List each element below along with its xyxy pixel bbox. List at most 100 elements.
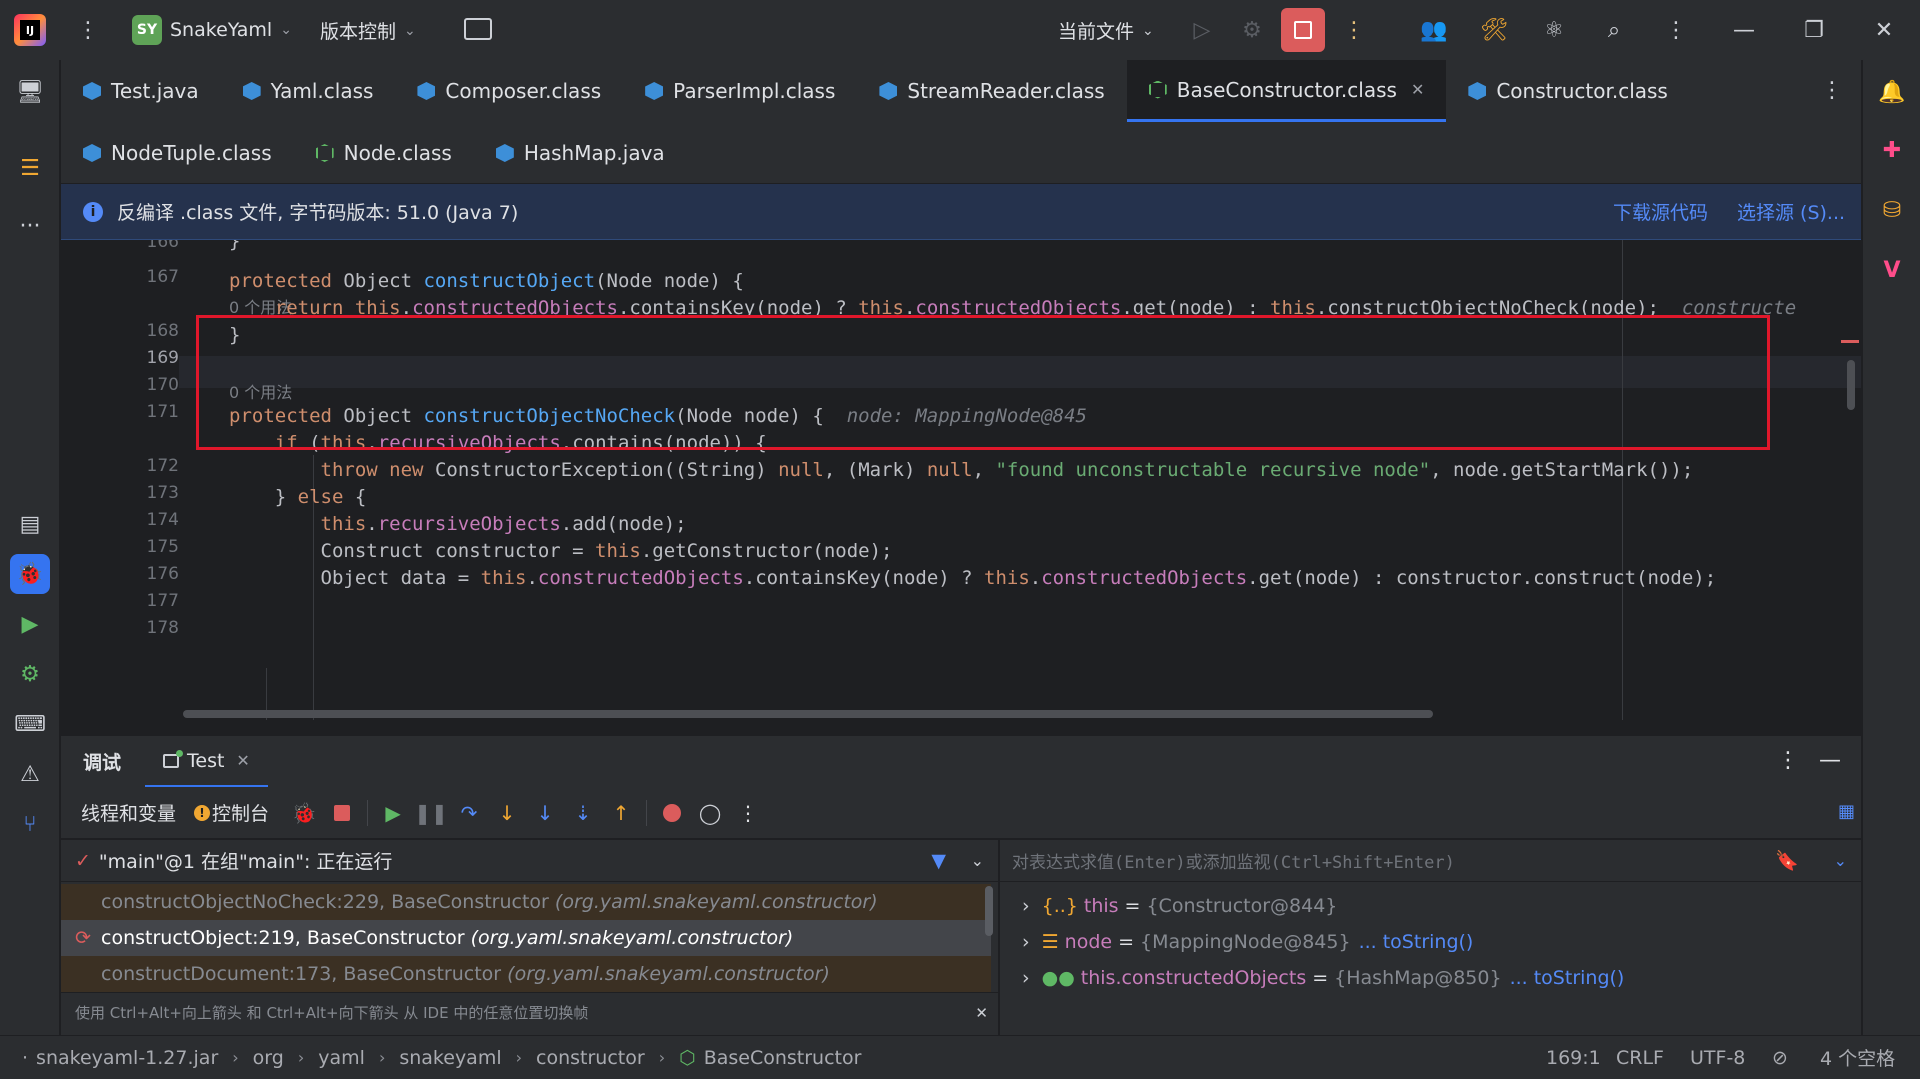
close-session-icon[interactable]: ✕ (236, 751, 249, 770)
evaluate-expression-field[interactable]: 对表达式求值(Enter)或添加监视(Ctrl+Shift+Enter) 🔖 ⌄ (1000, 840, 1861, 882)
tostring-link[interactable]: ... toString() (1510, 967, 1625, 989)
more-actions-icon[interactable]: ⋮ (1334, 10, 1374, 50)
stop-button[interactable] (1281, 8, 1325, 52)
project-switcher[interactable]: SY SnakeYaml ⌄ (132, 15, 292, 45)
stack-frame[interactable]: constructDocument:173, BaseConstructor (… (61, 956, 991, 992)
breadcrumb-item[interactable]: snakeyaml-1.27.jar (36, 1047, 218, 1069)
run-tool-icon[interactable]: ▶ (10, 604, 50, 644)
tab-nodetuple-class[interactable]: NodeTuple.class (61, 122, 294, 184)
chevron-down-icon[interactable]: ⌄ (1834, 851, 1847, 870)
chevron-down-icon[interactable]: ⌄ (971, 851, 984, 870)
stack-frame[interactable]: constructObjectNoCheck:229, BaseConstruc… (61, 884, 991, 920)
close-icon[interactable]: ✕ (1864, 10, 1904, 50)
code-with-me-icon[interactable]: 👥 (1414, 10, 1454, 50)
terminal-icon[interactable]: ⌨ (10, 704, 50, 744)
run-config-selector[interactable]: 当前文件 ⌄ (1058, 17, 1154, 44)
problems-icon[interactable]: ⚠ (10, 754, 50, 794)
database-tool-icon[interactable]: ⛁ (1872, 190, 1912, 230)
debug-toolbar-more-icon[interactable]: ⋮ (729, 794, 767, 832)
view-breakpoints-icon[interactable] (653, 794, 691, 832)
debug-session-tab[interactable]: Test ✕ (145, 736, 268, 788)
tab-yaml-class[interactable]: Yaml.class (221, 60, 396, 122)
error-stripe-marker[interactable] (1841, 340, 1859, 343)
readonly-icon[interactable]: ⊘ (1772, 1047, 1788, 1069)
tab-parserimpl-class[interactable]: ParserImpl.class (623, 60, 857, 122)
variable-row-node[interactable]: › ☰ node = {MappingNode@845} ... toStrin… (1000, 924, 1473, 960)
variable-row-this[interactable]: › {..} this = {Constructor@844} (1000, 888, 1337, 924)
vcs-menu[interactable]: 版本控制 ⌄ (320, 17, 416, 44)
stack-frame-current[interactable]: ⟳ constructObject:219, BaseConstructor (… (61, 920, 991, 956)
close-tab-icon[interactable]: ✕ (1411, 80, 1424, 99)
variable-row-constructed-objects[interactable]: › ●● this.constructedObjects = {HashMap@… (1000, 960, 1624, 996)
console-tab[interactable]: ! 控制台 (194, 799, 269, 826)
tools-icon[interactable]: 🛠 (1474, 10, 1514, 50)
vue-plugin-icon[interactable]: V (1872, 250, 1912, 290)
resume-icon[interactable]: ▶ (374, 794, 412, 832)
rerun-debug-icon[interactable]: 🐞 (285, 794, 323, 832)
force-step-into-icon[interactable]: ↓ (526, 794, 564, 832)
tab-node-class[interactable]: Node.class (294, 122, 474, 184)
stop-debug-icon[interactable] (323, 794, 361, 832)
app-logo-icon[interactable]: IJ (14, 14, 46, 46)
tabs-more-icon[interactable]: ⋮ (1821, 78, 1843, 103)
layout-settings-icon[interactable]: ▦ (1838, 801, 1855, 822)
tab-constructor-class[interactable]: Constructor.class (1446, 60, 1690, 122)
step-out-icon[interactable]: ↑ (602, 794, 640, 832)
services-icon[interactable]: ⚙ (10, 654, 50, 694)
database-icon[interactable]: ▤ (10, 504, 50, 544)
close-hint-icon[interactable]: ✕ (975, 1004, 988, 1022)
debug-tool-icon[interactable]: 🐞 (10, 554, 50, 594)
tostring-link[interactable]: ... toString() (1359, 931, 1474, 953)
breadcrumb-item[interactable]: yaml (318, 1047, 365, 1069)
indent-setting[interactable]: 4 个空格 (1820, 1044, 1895, 1071)
tab-test-java[interactable]: Test.java (61, 60, 221, 122)
tab-hashmap-java[interactable]: HashMap.java (474, 122, 687, 184)
breadcrumb-item[interactable]: constructor (536, 1047, 645, 1069)
git-icon[interactable]: ⑂ (10, 804, 50, 844)
code-editor[interactable]: 166 167 168 169 170 171 172 173 174 175 … (61, 240, 1861, 720)
debug-icon[interactable]: ⚙ (1232, 10, 1272, 50)
step-into-icon[interactable]: ↓ (488, 794, 526, 832)
threads-variables-tab[interactable]: 线程和变量 (81, 799, 176, 826)
line-gutter[interactable]: 166 167 168 169 170 171 172 173 174 175 … (61, 240, 179, 720)
tab-baseconstructor-class[interactable]: BaseConstructor.class ✕ (1126, 60, 1447, 122)
file-encoding[interactable]: UTF-8 (1690, 1047, 1745, 1069)
project-view-icon[interactable]: 🖥 (10, 72, 50, 112)
tab-composer-class[interactable]: Composer.class (395, 60, 623, 122)
ai-plugin-icon[interactable]: ✚ (1872, 130, 1912, 170)
restore-icon[interactable]: ❐ (1794, 10, 1834, 50)
minimize-icon[interactable]: — (1724, 10, 1764, 50)
notifications-icon[interactable]: 🔔 (1872, 72, 1912, 112)
caret-position[interactable]: 169:1 (1546, 1047, 1601, 1069)
debug-more-icon[interactable]: ⋮ (1777, 748, 1799, 773)
expand-chevron-icon[interactable]: › (1022, 931, 1030, 953)
vertical-scrollbar[interactable] (1847, 360, 1855, 410)
more-tools-icon[interactable]: ··· (10, 206, 50, 246)
thread-selector[interactable]: ✓ "main"@1 在组"main": 正在运行 ▼ ⌄ (61, 840, 998, 882)
mute-breakpoints-icon[interactable]: ◯ (691, 794, 729, 832)
line-separator[interactable]: CRLF (1616, 1047, 1664, 1069)
settings-icon[interactable]: ⋮ (1656, 10, 1696, 50)
horizontal-scrollbar[interactable] (183, 710, 1433, 718)
step-over-icon[interactable]: ↷ (450, 794, 488, 832)
breadcrumb-item[interactable]: snakeyaml (399, 1047, 501, 1069)
breadcrumb-item[interactable]: BaseConstructor (704, 1047, 862, 1069)
pause-icon[interactable]: ❚❚ (412, 794, 450, 832)
smart-step-into-icon[interactable]: ⇣ (564, 794, 602, 832)
choose-sources-link[interactable]: 选择源 (S)... (1737, 198, 1845, 225)
hide-panel-icon[interactable]: — (1819, 748, 1841, 773)
expand-chevron-icon[interactable]: › (1022, 967, 1030, 989)
run-icon[interactable]: ▷ (1182, 10, 1222, 50)
breadcrumb-item[interactable]: org (253, 1047, 284, 1069)
ai-assistant-icon[interactable]: ⚛ (1534, 10, 1574, 50)
expand-chevron-icon[interactable]: › (1022, 895, 1030, 917)
frames-scrollbar[interactable] (985, 886, 993, 936)
tab-streamreader-class[interactable]: StreamReader.class (857, 60, 1126, 122)
folder-icon[interactable] (464, 18, 492, 40)
main-menu-icon[interactable]: ⋮ (68, 10, 108, 50)
download-sources-link[interactable]: 下载源代码 (1613, 198, 1708, 225)
structure-icon[interactable]: ☰ (10, 148, 50, 188)
search-icon[interactable]: ⌕ (1594, 10, 1634, 50)
filter-icon[interactable]: ▼ (931, 850, 946, 872)
bookmark-icon[interactable]: 🔖 (1775, 849, 1799, 872)
